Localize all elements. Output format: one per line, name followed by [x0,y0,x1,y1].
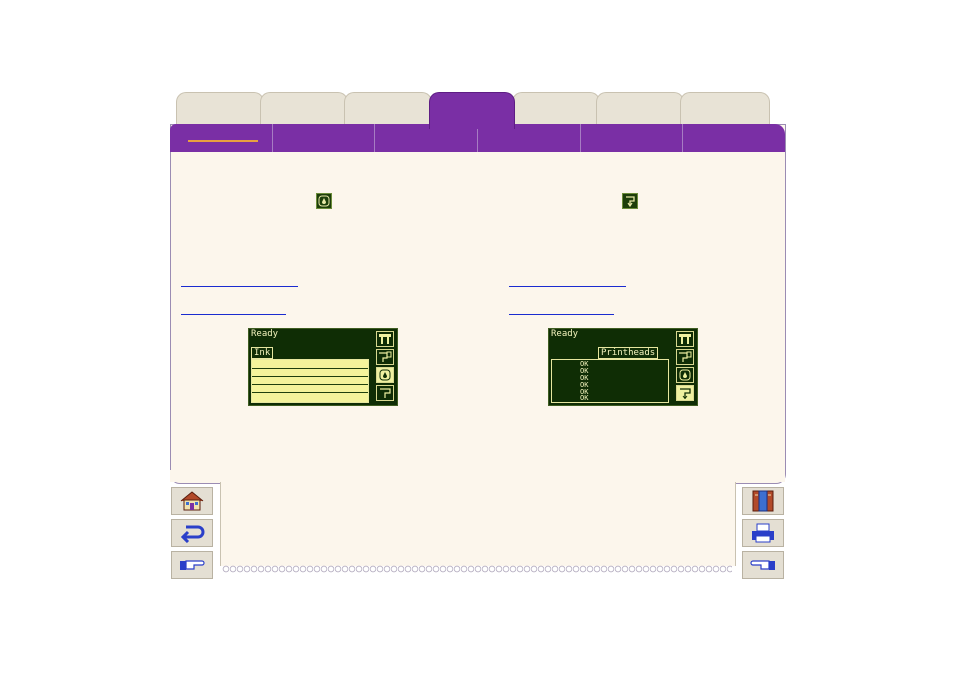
ink-drop-icon [676,367,694,383]
printer-icon [676,331,694,347]
printheads-status-area: OK OK OK OK OK OK [551,359,669,403]
link-left-2[interactable] [181,314,286,315]
lower-right-corner [733,470,785,482]
printhead-arrow-icon [622,193,638,209]
link-left-1[interactable] [181,286,298,287]
lcd-printheads-screen: Ready Printheads OK OK OK OK OK OK [548,328,698,406]
home-button[interactable] [171,487,213,515]
tab-6[interactable] [596,92,684,127]
lcd-side-menu [676,331,696,405]
contents-button[interactable] [742,487,784,515]
lower-left-corner [170,470,222,482]
lower-page-area [220,482,736,566]
print-button[interactable] [742,519,784,547]
print-icon [752,523,774,543]
subnav-item-5[interactable] [581,124,684,152]
printer-icon [376,331,394,347]
link-right-2[interactable] [509,314,614,315]
lcd-status: Ready [251,329,279,339]
tab-7[interactable] [680,92,770,127]
subnav-item-2[interactable] [273,124,376,152]
printhead-status: OK [580,394,589,402]
ink-level-area [251,359,369,403]
ink-drop-icon [316,193,332,209]
subnav-item-1[interactable] [170,124,273,152]
pointing-hand-right-icon [180,560,205,570]
ink-drop-icon [376,367,394,383]
lcd-status: Ready [551,329,579,339]
pointing-hand-left-icon [750,560,775,570]
subnav-item-6[interactable] [683,124,785,152]
back-button[interactable] [171,519,213,547]
book-contents-icon [752,490,774,512]
printhead-arrow-icon [376,385,394,401]
tab-3[interactable] [344,92,432,127]
previous-page-button[interactable] [742,551,784,579]
lcd-side-menu [376,331,396,405]
printhead-arrow-icon [676,385,694,401]
content-panel [170,124,786,484]
lcd-tab-label: Printheads [598,347,659,359]
spiral-binding [222,563,732,577]
link-right-1[interactable] [509,286,626,287]
tab-4[interactable] [429,92,515,129]
back-arrow-icon [180,525,205,543]
lcd-tab-label: Ink [251,347,274,359]
lcd-ink-screen: Ready Ink [248,328,398,406]
next-page-button[interactable] [171,551,213,579]
tab-2[interactable] [260,92,348,127]
tab-5[interactable] [512,92,600,127]
printhead-icon [376,349,394,365]
printhead-icon [676,349,694,365]
home-icon [180,491,204,511]
tab-1[interactable] [176,92,264,127]
